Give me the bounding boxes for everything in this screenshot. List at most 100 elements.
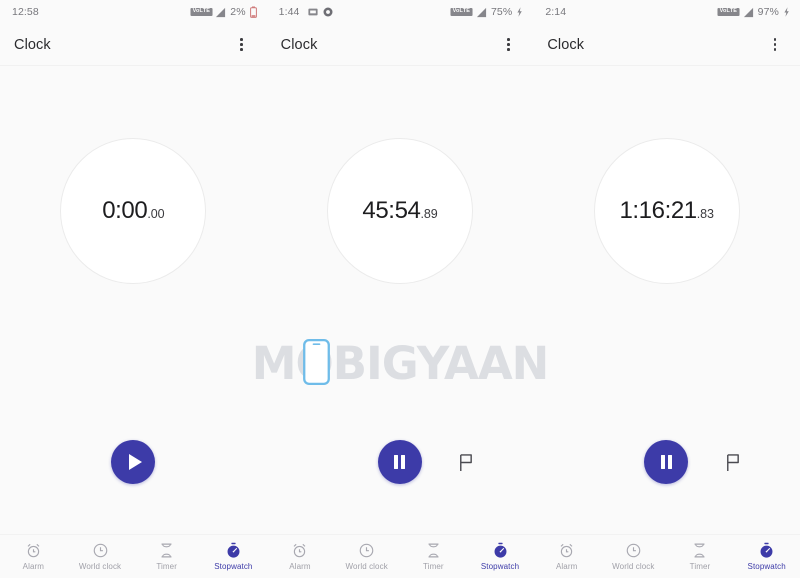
flag-icon	[460, 453, 473, 471]
hourglass-icon	[425, 542, 442, 559]
status-bar-indicators: VoLTE 75%	[450, 6, 523, 18]
stopwatch-time-main: 1:16:21	[619, 197, 697, 224]
hourglass-icon	[158, 542, 175, 559]
hourglass-icon	[691, 542, 708, 559]
alarm-clock-icon	[291, 542, 308, 559]
overflow-menu-icon[interactable]	[764, 32, 786, 58]
nav-tab-timer[interactable]: Timer	[400, 535, 467, 578]
page-title: Clock	[280, 36, 318, 53]
battery-low-icon	[249, 6, 257, 18]
globe-clock-icon	[625, 542, 642, 559]
nav-tab-stopwatch[interactable]: Stopwatch	[467, 535, 534, 578]
pause-icon	[660, 455, 672, 469]
page-title: Clock	[14, 36, 51, 53]
screenshot-collage: 12:58 VoLTE 2% Clock 0:00 .00 Alarm Worl…	[0, 0, 800, 578]
volte-badge-icon: VoLTE	[717, 7, 740, 17]
nav-tab-timer[interactable]: Timer	[133, 535, 200, 578]
nav-tab-alarm[interactable]: Alarm	[533, 535, 600, 578]
battery-charging-icon	[516, 6, 523, 18]
signal-bars-icon	[215, 7, 226, 18]
globe-clock-icon	[92, 542, 109, 559]
nav-label-alarm: Alarm	[22, 562, 45, 571]
stopwatch-controls	[0, 434, 267, 490]
nav-tab-stopwatch[interactable]: Stopwatch	[733, 535, 800, 578]
signal-bars-icon	[476, 7, 487, 18]
stopwatch-time-main: 45:54	[362, 197, 421, 224]
status-bar-notifications	[307, 7, 333, 17]
nav-tab-world-clock[interactable]: World clock	[333, 535, 400, 578]
app-toolbar: Clock	[266, 24, 534, 66]
stopwatch-dial: 0:00 .00	[60, 138, 207, 284]
nav-label-stopwatch: Stopwatch	[747, 562, 786, 571]
stopwatch-icon	[225, 542, 242, 559]
stopwatch-area: 45:54 .89	[267, 66, 534, 534]
status-bar-indicators: VoLTE 97%	[717, 6, 790, 18]
nav-tab-stopwatch[interactable]: Stopwatch	[200, 535, 267, 578]
nav-label-alarm: Alarm	[289, 562, 311, 571]
bottom-navigation: Alarm World clock Timer Stopwatch	[266, 534, 534, 578]
stopwatch-time-main: 0:00	[102, 197, 148, 224]
phone-screen-3: 2:14 VoLTE 97% Clock 1:16:21 .83 Alarm W…	[533, 0, 800, 578]
status-bar: 1:44 VoLTE 75%	[266, 0, 534, 24]
stopwatch-time-fraction: .00	[147, 207, 165, 221]
nav-tab-alarm[interactable]: Alarm	[0, 535, 67, 578]
nav-label-world-clock: World clock	[345, 562, 388, 571]
nav-tab-world-clock[interactable]: World clock	[67, 535, 134, 578]
stopwatch-time-fraction: .83	[696, 207, 714, 221]
bottom-navigation: Alarm World clock Timer Stopwatch	[533, 534, 800, 578]
phone-screen-1: 12:58 VoLTE 2% Clock 0:00 .00 Alarm Worl…	[0, 0, 267, 578]
battery-charging-icon	[783, 6, 790, 18]
play-icon	[128, 454, 142, 470]
alarm-clock-icon	[25, 542, 42, 559]
app-badge-icon	[323, 7, 333, 17]
stopwatch-area: 0:00 .00	[0, 66, 267, 534]
stopwatch-dial: 45:54 .89	[326, 138, 473, 284]
flag-icon	[726, 453, 739, 471]
status-bar-clock: 12:58	[12, 6, 39, 18]
stopwatch-time: 45:54 .89	[362, 197, 437, 225]
lap-button[interactable]	[718, 448, 746, 476]
stopwatch-time-fraction: .89	[420, 207, 438, 221]
nav-label-timer: Timer	[423, 562, 444, 571]
status-bar-clock: 2:14	[545, 6, 567, 18]
nav-label-world-clock: World clock	[612, 562, 655, 571]
overflow-menu-icon[interactable]	[497, 32, 519, 58]
nav-tab-alarm[interactable]: Alarm	[267, 535, 334, 578]
status-bar: 2:14 VoLTE 97%	[533, 0, 800, 24]
stopwatch-controls	[267, 434, 534, 490]
stopwatch-area: 1:16:21 .83	[533, 66, 800, 534]
nav-label-world-clock: World clock	[78, 562, 122, 571]
nav-label-stopwatch: Stopwatch	[214, 562, 253, 571]
battery-percent-label: 97%	[757, 6, 779, 18]
volte-badge-icon: VoLTE	[450, 7, 473, 17]
nav-tab-timer[interactable]: Timer	[667, 535, 734, 578]
page-title: Clock	[547, 36, 585, 53]
stopwatch-time: 1:16:21 .83	[619, 197, 713, 225]
pause-button[interactable]	[644, 440, 689, 484]
nav-label-alarm: Alarm	[555, 562, 578, 571]
nav-label-timer: Timer	[156, 562, 177, 571]
app-toolbar: Clock	[533, 24, 800, 66]
stopwatch-icon	[758, 542, 775, 559]
overflow-menu-icon[interactable]	[231, 32, 253, 58]
start-button[interactable]	[111, 440, 155, 484]
status-bar: 12:58 VoLTE 2%	[0, 0, 267, 24]
phone-screen-2: 1:44 VoLTE 75% Clock 45:54 .89 Alarm Wor…	[266, 0, 534, 578]
nav-tab-world-clock[interactable]: World clock	[600, 535, 667, 578]
nav-label-timer: Timer	[689, 562, 711, 571]
stopwatch-time: 0:00 .00	[102, 197, 164, 225]
stopwatch-icon	[492, 542, 509, 559]
battery-percent-label: 2%	[230, 6, 246, 18]
alarm-clock-icon	[558, 542, 575, 559]
battery-percent-label: 75%	[490, 6, 513, 18]
pause-icon	[394, 455, 406, 469]
nav-label-stopwatch: Stopwatch	[480, 562, 520, 571]
stopwatch-dial: 1:16:21 .83	[593, 138, 740, 284]
volte-badge-icon: VoLTE	[190, 7, 212, 17]
status-bar-clock: 1:44	[278, 6, 300, 18]
pause-button[interactable]	[377, 440, 422, 484]
screenshot-icon	[307, 7, 318, 17]
bottom-navigation: Alarm World clock Timer Stopwatch	[0, 534, 267, 578]
lap-button[interactable]	[452, 448, 480, 476]
app-toolbar: Clock	[0, 24, 267, 66]
